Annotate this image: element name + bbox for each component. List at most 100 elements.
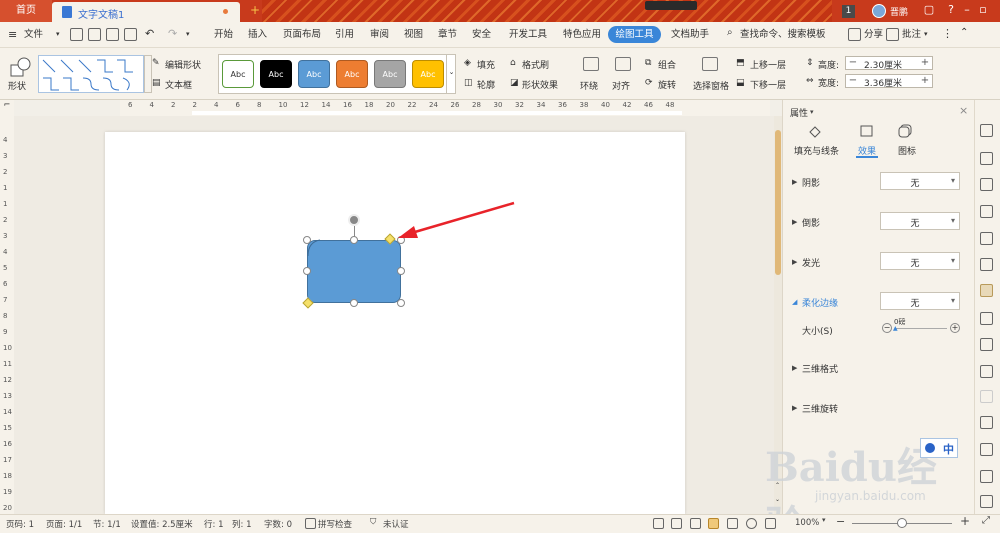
decrement-icon[interactable]: − [846,75,860,87]
chevron-down-icon[interactable]: ▾ [56,30,60,38]
redo-icon[interactable]: ↷ [168,27,177,40]
edit-shape-icon[interactable]: ✎ [152,58,160,68]
shadow-select[interactable]: 无 ▾ [880,172,960,190]
paste-icon[interactable] [980,390,993,403]
horizontal-ruler[interactable]: 6 4 2 2 4 6 8 10 12 14 16 18 20 22 24 26 28 30 32 34 36 38 40 4… [120,100,770,116]
resize-handle[interactable] [350,236,358,244]
outline-view-icon[interactable] [727,518,738,529]
notification-count[interactable]: 1 [842,5,855,18]
chevron-down-icon[interactable]: ▾ [822,516,826,524]
properties-icon[interactable] [980,284,993,297]
style-icon[interactable] [980,205,993,218]
timer-icon[interactable] [980,470,993,483]
certification-status[interactable]: 未认证 [383,518,409,530]
minimize-icon[interactable]: – [960,3,974,19]
pen-icon[interactable] [690,518,701,529]
export-icon[interactable] [980,365,993,378]
resize-handle[interactable] [397,299,405,307]
shape-effects-button[interactable]: 形状效果 [522,78,558,91]
shapes-icon[interactable] [980,178,993,191]
reflection-label[interactable]: 倒影 [802,216,820,229]
menu-special[interactable]: 特色应用 [563,22,601,48]
edit-shape-button[interactable]: 编辑形状 [165,58,201,71]
fill-button[interactable]: 填充 [477,58,495,71]
style-option[interactable]: Abc [374,60,406,88]
menu-review[interactable]: 审阅 [370,22,389,48]
search-input[interactable]: 查找命令、搜索模板 [740,22,826,48]
help-icon[interactable]: ? [944,3,958,19]
table-icon[interactable] [980,232,993,245]
format-painter-icon[interactable]: ⌂ [510,58,516,68]
status-word-count[interactable]: 字数: 0 [264,518,292,530]
select-icon[interactable] [980,152,993,165]
increment-icon[interactable]: + [918,75,932,87]
hamburger-icon[interactable]: ≡ [8,28,17,41]
menu-insert[interactable]: 插入 [248,22,267,48]
share-icon[interactable] [848,28,861,41]
decrease-icon[interactable]: − [882,323,892,333]
style-more-icon[interactable]: ⌄ [446,54,456,94]
format-painter-button[interactable]: 格式刷 [522,58,549,71]
chevron-up-icon[interactable]: ⌃ [960,27,968,38]
width-field[interactable]: − 3.36厘米 + [845,74,933,89]
icons-icon[interactable] [898,124,912,138]
chevron-down-icon[interactable]: ▾ [186,30,190,38]
shape-button[interactable]: 形状 [8,79,26,92]
bring-forward-icon[interactable]: ⬒ [736,58,745,68]
increment-icon[interactable]: + [918,57,932,69]
bring-forward-button[interactable]: 上移一层 [750,58,786,71]
spellcheck-button[interactable]: 拼写检查 [318,518,352,530]
share-button[interactable]: 分享 [864,22,883,48]
rotate-button[interactable]: 旋转 [658,78,676,91]
avatar[interactable] [872,4,886,18]
menu-security[interactable]: 安全 [472,22,491,48]
web-view-icon[interactable] [746,518,757,529]
preview-icon[interactable] [124,28,137,41]
fit-page-icon[interactable]: ⤢ [982,515,990,526]
tab-document[interactable]: 文字文稿1 [52,2,240,22]
status-col[interactable]: 列: 1 [232,518,251,530]
picture-icon[interactable] [980,443,993,456]
wrap-icon[interactable] [583,57,599,71]
soft-edges-label[interactable]: 柔化边缘 [802,296,838,309]
resize-handle[interactable] [350,299,358,307]
vertical-ruler[interactable]: 4 3 2 1 1 2 3 4 5 6 7 8 9 10 11 12 13 14 15 16 17 18 19 20 [0,116,14,514]
tab-drawing-tools[interactable]: 绘图工具 [608,26,661,43]
panel-title[interactable]: 属性 [790,106,808,119]
export-icon[interactable] [88,28,101,41]
read-mode-icon[interactable] [671,518,682,529]
resize-handle[interactable] [303,236,311,244]
status-section[interactable]: 节: 1/1 [93,518,121,530]
image-edit-icon[interactable] [980,338,993,351]
expand-icon[interactable]: ▶ [792,178,797,186]
glow-label[interactable]: 发光 [802,256,820,269]
resize-handle[interactable] [397,267,405,275]
comment-icon[interactable] [886,28,899,41]
fullscreen-icon[interactable] [653,518,664,529]
page-view-icon[interactable] [708,518,719,529]
zoom-level[interactable]: 100% [795,518,819,528]
scrollbar-thumb[interactable] [775,130,781,275]
menu-start[interactable]: 开始 [214,22,233,48]
fill-icon[interactable]: ◈ [464,58,471,68]
resize-handle[interactable] [303,267,311,275]
width-value[interactable]: 3.36厘米 [864,76,902,89]
tab-home[interactable]: 首页 [0,0,52,22]
status-page-number[interactable]: 页码: 1 [6,518,34,530]
align-button[interactable]: 对齐 [612,79,630,92]
eye-care-icon[interactable] [765,518,776,529]
soft-edges-select[interactable]: 无 ▾ [880,292,960,310]
group-icon[interactable]: ⧉ [645,58,651,68]
menu-assistant[interactable]: 文档助手 [671,22,709,48]
user-name[interactable]: 晋鹏 [890,5,908,18]
archive-icon[interactable] [980,416,993,429]
grid-icon[interactable] [980,258,993,271]
style-option[interactable]: Abc [222,60,254,88]
zoom-slider-thumb[interactable] [897,518,907,528]
spellcheck-icon[interactable] [305,518,316,529]
glow-select[interactable]: 无 ▾ [880,252,960,270]
close-icon[interactable]: × [959,104,968,117]
height-field[interactable]: − 2.30厘米 + [845,56,933,71]
height-value[interactable]: 2.30厘米 [864,58,902,71]
save-icon[interactable] [70,28,83,41]
